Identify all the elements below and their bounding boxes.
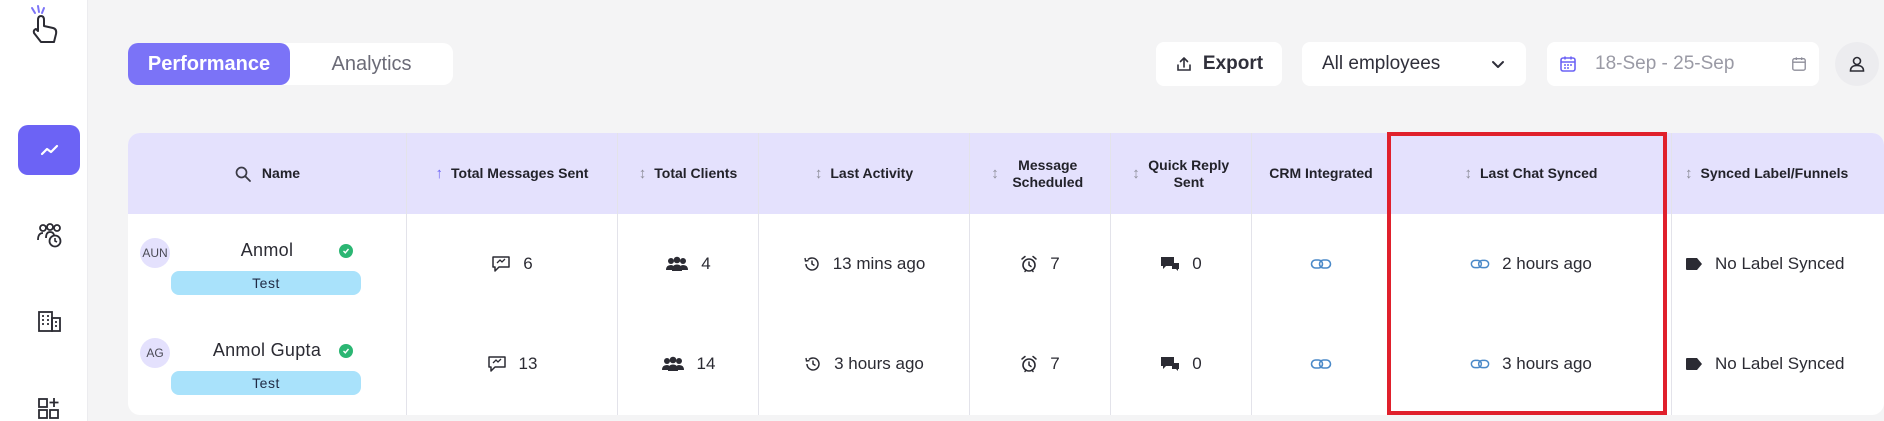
- chat-icon: [487, 356, 506, 372]
- message-scheduled-cell: 7: [970, 314, 1110, 414]
- chat-icon: [492, 256, 511, 272]
- total-messages-value: 6: [523, 254, 533, 273]
- column-label: CRM Integrated: [1269, 165, 1373, 181]
- quick-reply-value: 0: [1192, 354, 1202, 373]
- column-label: Last Activity: [830, 165, 914, 181]
- building-icon: [38, 311, 61, 332]
- last-activity-value: 13 mins ago: [832, 254, 926, 273]
- column-label: Name: [261, 165, 301, 181]
- alarm-icon: [1021, 255, 1038, 273]
- total-clients-value: 14: [696, 354, 716, 373]
- profile-button[interactable]: [1835, 42, 1879, 86]
- column-header-synced-label-funnels[interactable]: ↕ Synced Label/Funnels: [1671, 133, 1884, 214]
- sort-icon: ↕: [1685, 165, 1693, 182]
- label-icon: [1686, 258, 1702, 270]
- users-icon: [661, 356, 684, 371]
- sidebar: [0, 0, 88, 421]
- synced-label-value: No Label Synced: [1715, 254, 1845, 273]
- column-header-last-activity[interactable]: ↕ Last Activity: [759, 133, 969, 214]
- sidebar-item-team[interactable]: [18, 210, 80, 260]
- column-header-total-clients[interactable]: ↕ Total Clients: [618, 133, 758, 214]
- sort-ascending-icon: ↑: [435, 165, 444, 182]
- total-clients-value: 4: [701, 254, 711, 273]
- synced-label-cell: No Label Synced: [1671, 214, 1884, 314]
- quick-reply-cell: 0: [1111, 314, 1251, 414]
- tab-analytics[interactable]: Analytics: [290, 43, 453, 85]
- total-messages-cell: 6: [407, 214, 617, 314]
- verified-check-icon: [339, 244, 353, 258]
- trend-chart-icon: [40, 144, 59, 156]
- team-clock-icon: [37, 223, 62, 248]
- total-clients-cell: 14: [618, 314, 758, 414]
- users-icon: [666, 256, 689, 271]
- total-messages-value: 13: [518, 354, 538, 373]
- export-label: Export: [1202, 53, 1264, 74]
- message-scheduled-value: 7: [1050, 354, 1060, 373]
- history-icon: [803, 257, 819, 271]
- quick-reply-icon: [1161, 357, 1180, 371]
- calendar-icon: [1560, 56, 1576, 72]
- quick-reply-cell: 0: [1111, 214, 1251, 314]
- quick-reply-value: 0: [1192, 254, 1202, 273]
- user-icon: [1849, 56, 1865, 72]
- sort-icon: ↕: [1132, 165, 1140, 182]
- history-icon: [805, 357, 820, 371]
- column-label: Total Clients: [654, 165, 738, 181]
- column-header-message-scheduled[interactable]: ↕ Message Scheduled: [970, 133, 1110, 214]
- view-switcher: Performance Analytics: [128, 43, 453, 85]
- tab-performance[interactable]: Performance: [128, 43, 290, 85]
- last-activity-cell: 3 hours ago: [759, 314, 969, 414]
- date-range-value: 18-Sep - 25-Sep: [1595, 53, 1735, 74]
- message-scheduled-value: 7: [1050, 254, 1060, 273]
- export-icon: [1177, 57, 1191, 71]
- sort-icon: ↕: [814, 165, 823, 182]
- hand-click-logo-icon[interactable]: [26, 4, 62, 46]
- column-label: Total Messages Sent: [451, 165, 589, 181]
- search-icon[interactable]: [234, 165, 252, 183]
- sidebar-item-widgets[interactable]: [18, 381, 80, 421]
- column-label: Synced Label/Funnels: [1700, 165, 1849, 181]
- sidebar-item-performance[interactable]: [18, 125, 80, 175]
- crm-integrated-cell: [1252, 314, 1390, 414]
- employee-filter-value: All employees: [1322, 53, 1441, 74]
- verified-check-icon: [339, 344, 353, 358]
- sort-icon: ↕: [991, 165, 999, 182]
- synced-label-value: No Label Synced: [1715, 354, 1845, 373]
- chevron-down-icon: [1492, 61, 1504, 68]
- link-icon[interactable]: [1310, 257, 1332, 271]
- last-activity-value: 3 hours ago: [834, 354, 924, 373]
- calendar-end-icon[interactable]: [1791, 56, 1807, 72]
- sort-icon: ↕: [638, 165, 647, 182]
- synced-label-cell: No Label Synced: [1671, 314, 1884, 414]
- export-button[interactable]: Export: [1156, 42, 1282, 86]
- label-icon: [1686, 358, 1702, 370]
- total-clients-cell: 4: [618, 214, 758, 314]
- add-widget-icon: [38, 398, 59, 419]
- sidebar-item-company[interactable]: [18, 296, 80, 346]
- message-scheduled-cell: 7: [970, 214, 1110, 314]
- column-label: Quick Reply Sent: [1148, 156, 1230, 190]
- employee-filter-select[interactable]: All employees: [1302, 42, 1526, 86]
- crm-integrated-cell: [1252, 214, 1390, 314]
- column-header-crm-integrated[interactable]: CRM Integrated: [1252, 133, 1390, 214]
- user-tag-badge: Test: [171, 271, 361, 295]
- link-icon[interactable]: [1310, 357, 1332, 371]
- alarm-icon: [1021, 355, 1038, 373]
- total-messages-cell: 13: [407, 314, 617, 414]
- quick-reply-icon: [1161, 257, 1180, 271]
- highlight-box: [1387, 132, 1667, 415]
- column-label: Message Scheduled: [1012, 156, 1084, 190]
- column-header-total-messages-sent[interactable]: ↑ Total Messages Sent: [407, 133, 617, 214]
- last-activity-cell: 13 mins ago: [759, 214, 969, 314]
- column-header-quick-reply-sent[interactable]: ↕ Quick Reply Sent: [1111, 133, 1251, 214]
- column-header-name[interactable]: Name: [128, 133, 406, 214]
- date-range-picker[interactable]: 18-Sep - 25-Sep: [1547, 42, 1819, 86]
- user-tag-badge: Test: [171, 371, 361, 395]
